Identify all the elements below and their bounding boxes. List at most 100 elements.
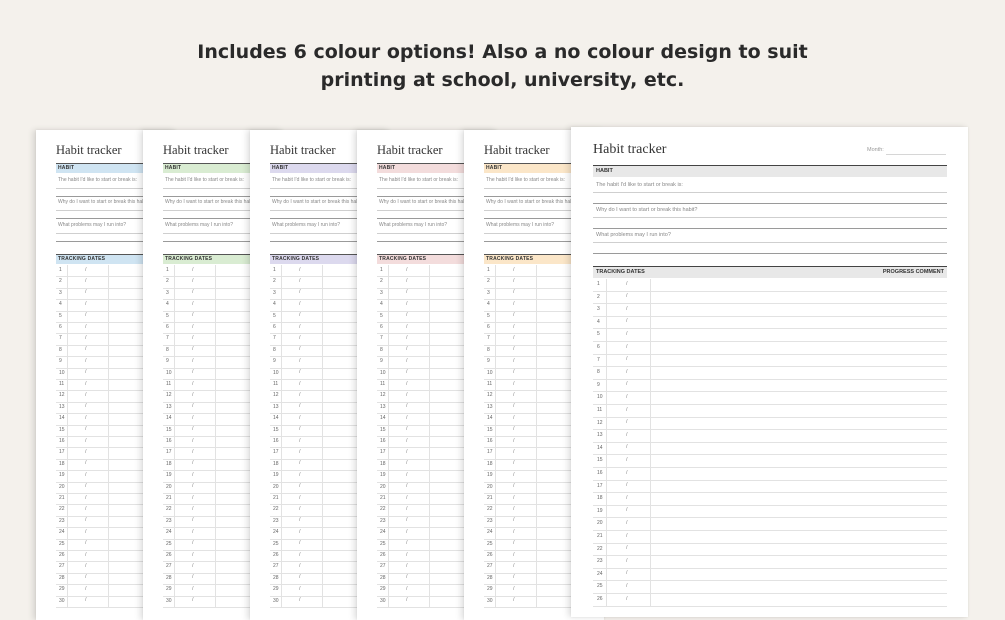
date-slash: / <box>626 368 628 375</box>
row-divider <box>322 413 323 425</box>
row-number: 2 <box>166 278 169 285</box>
row-divider <box>388 538 389 550</box>
row-divider <box>495 584 496 596</box>
row-divider <box>650 354 651 367</box>
row-number: 26 <box>59 552 65 558</box>
row-number: 17 <box>487 449 493 456</box>
date-slash: / <box>85 289 87 296</box>
row-divider <box>495 276 496 288</box>
row-number: 6 <box>59 324 62 330</box>
row-divider <box>388 401 389 414</box>
prompt-line <box>593 228 947 229</box>
date-slash: / <box>626 356 628 363</box>
row-divider <box>606 556 607 568</box>
date-slash: / <box>626 582 628 589</box>
row-divider <box>215 447 216 459</box>
row-divider <box>495 287 496 300</box>
row-divider <box>215 322 216 334</box>
row-number: 25 <box>597 583 603 590</box>
row-number: 25 <box>59 540 65 547</box>
date-slash: / <box>406 517 408 524</box>
row-divider <box>495 367 496 379</box>
date-slash: / <box>406 346 408 353</box>
prompt-2: Why do I want to start or break this hab… <box>165 199 258 205</box>
date-slash: / <box>85 369 87 376</box>
row-divider <box>67 390 68 402</box>
row-number: 11 <box>166 381 172 387</box>
date-slash: / <box>192 346 194 353</box>
row-number: 3 <box>166 289 169 296</box>
row-divider <box>388 344 389 357</box>
date-slash: / <box>192 562 194 569</box>
date-slash: / <box>85 505 87 512</box>
date-slash: / <box>406 266 408 273</box>
row-divider <box>215 299 216 311</box>
row-number: 12 <box>273 392 279 399</box>
row-divider <box>281 401 282 414</box>
sheet-title: Habit tracker <box>593 142 667 157</box>
row-number: 29 <box>273 586 279 593</box>
row-divider <box>281 527 282 539</box>
row-divider <box>281 265 282 277</box>
row-number: 24 <box>597 570 603 577</box>
row-divider <box>67 310 68 322</box>
row-divider <box>429 595 430 607</box>
row-number: 26 <box>273 552 279 558</box>
row-divider <box>495 561 496 573</box>
row-divider <box>606 417 607 430</box>
row-number: 8 <box>380 346 383 353</box>
row-divider <box>536 287 537 300</box>
row-divider <box>536 356 537 368</box>
row-number: 14 <box>166 415 172 422</box>
tracking-row: 9/ <box>593 379 947 393</box>
row-divider <box>650 493 651 505</box>
row-divider <box>108 424 109 436</box>
row-number: 6 <box>380 324 383 330</box>
row-number: 27 <box>59 563 65 570</box>
row-divider <box>650 279 651 291</box>
row-divider <box>322 299 323 311</box>
date-slash: / <box>406 597 408 604</box>
date-slash: / <box>626 343 628 350</box>
date-slash: / <box>192 437 194 444</box>
row-divider <box>536 550 537 562</box>
row-divider <box>388 481 389 493</box>
row-divider <box>281 344 282 357</box>
row-divider <box>495 310 496 322</box>
row-divider <box>67 333 68 345</box>
row-divider <box>536 561 537 573</box>
date-slash: / <box>299 380 301 387</box>
row-divider <box>606 291 607 304</box>
row-divider <box>388 322 389 334</box>
row-number: 2 <box>597 293 600 300</box>
row-divider <box>174 322 175 334</box>
date-slash: / <box>85 437 87 444</box>
row-number: 18 <box>166 460 172 467</box>
row-number: 9 <box>487 358 490 365</box>
row-divider <box>215 436 216 448</box>
row-divider <box>67 572 68 585</box>
row-divider <box>536 470 537 482</box>
row-number: 18 <box>380 460 386 467</box>
date-slash: / <box>406 323 408 330</box>
tracking-row: 13 / <box>593 430 947 443</box>
row-number: 15 <box>597 457 603 464</box>
row-divider <box>174 356 175 368</box>
date-slash: / <box>299 528 301 535</box>
date-slash: / <box>192 391 194 398</box>
row-divider <box>429 413 430 425</box>
row-divider <box>174 481 175 493</box>
row-divider <box>215 584 216 596</box>
row-divider <box>108 458 109 471</box>
date-slash: / <box>626 494 628 501</box>
row-divider <box>536 595 537 607</box>
row-divider <box>388 436 389 448</box>
row-number: 16 <box>166 438 172 444</box>
row-divider <box>174 379 175 391</box>
row-divider <box>215 367 216 379</box>
row-number: 26 <box>487 552 493 558</box>
row-divider <box>67 493 68 505</box>
row-divider <box>536 276 537 288</box>
row-divider <box>108 322 109 334</box>
prompt-line <box>593 192 947 193</box>
